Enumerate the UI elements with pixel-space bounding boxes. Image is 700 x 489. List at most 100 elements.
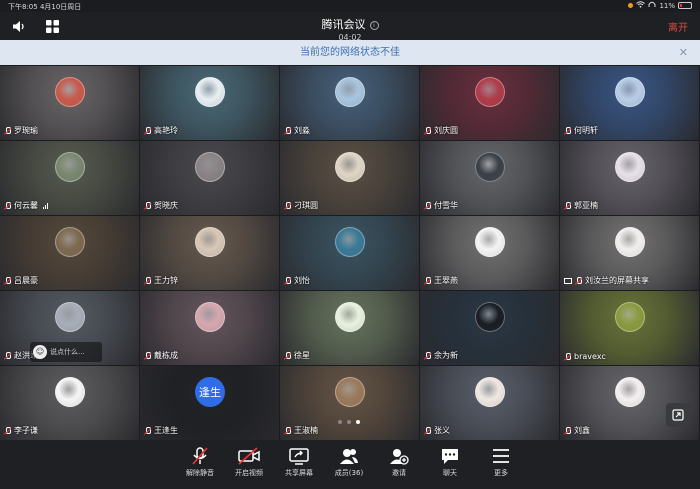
participant-name: 吕晨豪 <box>14 276 38 285</box>
participant-tile[interactable]: 戴栋成 <box>140 291 279 365</box>
avatar <box>335 152 365 182</box>
toolbar-button-invite[interactable]: 邀请 <box>374 446 424 478</box>
participant-tile[interactable]: 王力锌 <box>140 216 279 290</box>
toolbar-button-more[interactable]: 更多 <box>476 446 526 478</box>
mic-muted-icon <box>144 126 151 135</box>
participant-name-row: 王淑楠 <box>284 425 318 436</box>
mic-muted-icon <box>564 201 571 210</box>
toolbar-button-label: 解除静音 <box>186 469 214 477</box>
participant-tile[interactable]: 刘怡 <box>280 216 419 290</box>
mic-muted-icon <box>144 276 151 285</box>
participant-name-row: 吕晨豪 <box>4 275 38 286</box>
info-icon[interactable]: i <box>369 21 379 30</box>
toolbar-button-chat[interactable]: 聊天 <box>425 446 475 478</box>
participant-tile[interactable]: 余为新 <box>420 291 559 365</box>
participant-name: 郭亚楠 <box>574 201 598 210</box>
avatar <box>475 227 505 257</box>
participant-name-row: 王力锌 <box>144 275 178 286</box>
mic-muted-icon <box>424 201 431 210</box>
participant-tile[interactable]: 罗琬瑜 <box>0 66 139 140</box>
page-dot[interactable] <box>338 420 342 424</box>
chat-input-bubble[interactable]: ☺ 说点什么... <box>30 342 102 362</box>
share-screen-icon <box>274 446 324 466</box>
toolbar-button-label: 聊天 <box>443 469 457 477</box>
meeting-title[interactable]: 腾讯会议 <box>322 18 366 31</box>
participant-tile[interactable]: 刘汝兰的屏幕共享 <box>560 216 699 290</box>
participant-name: 张义 <box>434 426 450 435</box>
participant-tile[interactable]: 付雪华 <box>420 141 559 215</box>
close-icon[interactable]: ✕ <box>679 40 688 65</box>
mic-muted-icon <box>424 426 431 435</box>
avatar <box>615 152 645 182</box>
toolbar-button-label: 成员(36) <box>334 469 364 477</box>
mic-muted-icon <box>564 352 571 361</box>
avatar <box>475 302 505 332</box>
participant-tile[interactable]: 何明轩 <box>560 66 699 140</box>
participant-tile[interactable]: 吕晨豪 <box>0 216 139 290</box>
participant-name-row: 王逢生 <box>144 425 178 436</box>
participant-name: 刘庆圆 <box>434 126 458 135</box>
participant-tile[interactable]: 张义 <box>420 366 559 440</box>
participant-name: 李子谦 <box>14 426 38 435</box>
participant-tile[interactable]: 何云馨 <box>0 141 139 215</box>
participant-name: bravexc <box>574 352 606 361</box>
battery-percent: 11% <box>659 1 675 10</box>
participant-name: 刘汝兰的屏幕共享 <box>585 276 649 285</box>
participant-name-row: 张义 <box>424 425 450 436</box>
participant-tile[interactable]: 高艳玲 <box>140 66 279 140</box>
avatar <box>55 227 85 257</box>
status-bar: 下午8:05 4月10日周日 11% <box>0 0 700 12</box>
participant-tile[interactable]: 贺晓庆 <box>140 141 279 215</box>
participant-name-row: 付雪华 <box>424 200 458 211</box>
participant-tile[interactable]: bravexc <box>560 291 699 365</box>
participant-name: 罗琬瑜 <box>14 126 38 135</box>
participant-name: 徐星 <box>294 351 310 360</box>
mic-muted-icon <box>4 426 11 435</box>
avatar <box>475 377 505 407</box>
participant-tile[interactable]: 李子谦 <box>0 366 139 440</box>
mic-muted-icon <box>175 446 225 466</box>
page-dot[interactable] <box>347 420 351 424</box>
mic-muted-icon <box>4 201 11 210</box>
leave-button[interactable]: 离开 <box>668 19 688 34</box>
page-indicator[interactable] <box>338 420 360 424</box>
battery-icon <box>678 2 692 9</box>
screen-share-icon <box>564 277 572 284</box>
participant-name: 高艳玲 <box>154 126 178 135</box>
participant-tile[interactable]: 郭亚楠 <box>560 141 699 215</box>
participant-name-row: 罗琬瑜 <box>4 125 38 136</box>
participant-tile[interactable]: 刘庆圆 <box>420 66 559 140</box>
toolbar-button-mic-muted[interactable]: 解除静音 <box>175 446 225 478</box>
participant-tile[interactable]: 刘淼 <box>280 66 419 140</box>
chat-icon <box>425 446 475 466</box>
avatar <box>195 227 225 257</box>
participant-name-row: 何云馨 <box>4 200 48 211</box>
avatar-initials: 逢生 <box>195 377 225 407</box>
more-icon <box>476 446 526 466</box>
participant-name: 刘淼 <box>294 126 310 135</box>
recording-dot-icon <box>628 3 634 8</box>
mic-muted-icon <box>564 126 571 135</box>
members-icon <box>324 446 374 466</box>
toolbar-button-share-screen[interactable]: 共享屏幕 <box>274 446 324 478</box>
status-indicators: 11% <box>628 1 692 10</box>
toolbar-button-camera-off[interactable]: 开启视频 <box>224 446 274 478</box>
participant-name-row: 何明轩 <box>564 125 598 136</box>
picture-in-picture-button[interactable] <box>666 403 690 427</box>
avatar <box>475 152 505 182</box>
participant-tile[interactable]: 逢生王逢生 <box>140 366 279 440</box>
mic-muted-icon <box>144 351 151 360</box>
participant-tile[interactable]: 王翠燕 <box>420 216 559 290</box>
participant-tile[interactable]: 王淑楠 <box>280 366 419 440</box>
participant-name-row: 刘汝兰的屏幕共享 <box>564 275 649 286</box>
participant-name-row: 贺晓庆 <box>144 200 178 211</box>
meeting-toolbar: 解除静音 开启视频 共享屏幕 成员(36) 邀请 聊天 更多 <box>0 440 700 489</box>
toolbar-button-members[interactable]: 成员(36) <box>324 446 374 478</box>
avatar <box>195 152 225 182</box>
participant-tile[interactable]: 徐星 <box>280 291 419 365</box>
page-dot-active[interactable] <box>356 420 360 424</box>
camera-off-icon <box>224 446 274 466</box>
pip-icon <box>672 409 684 421</box>
participant-tile[interactable]: 刁琪圆 <box>280 141 419 215</box>
toolbar-button-label: 开启视频 <box>235 469 263 477</box>
